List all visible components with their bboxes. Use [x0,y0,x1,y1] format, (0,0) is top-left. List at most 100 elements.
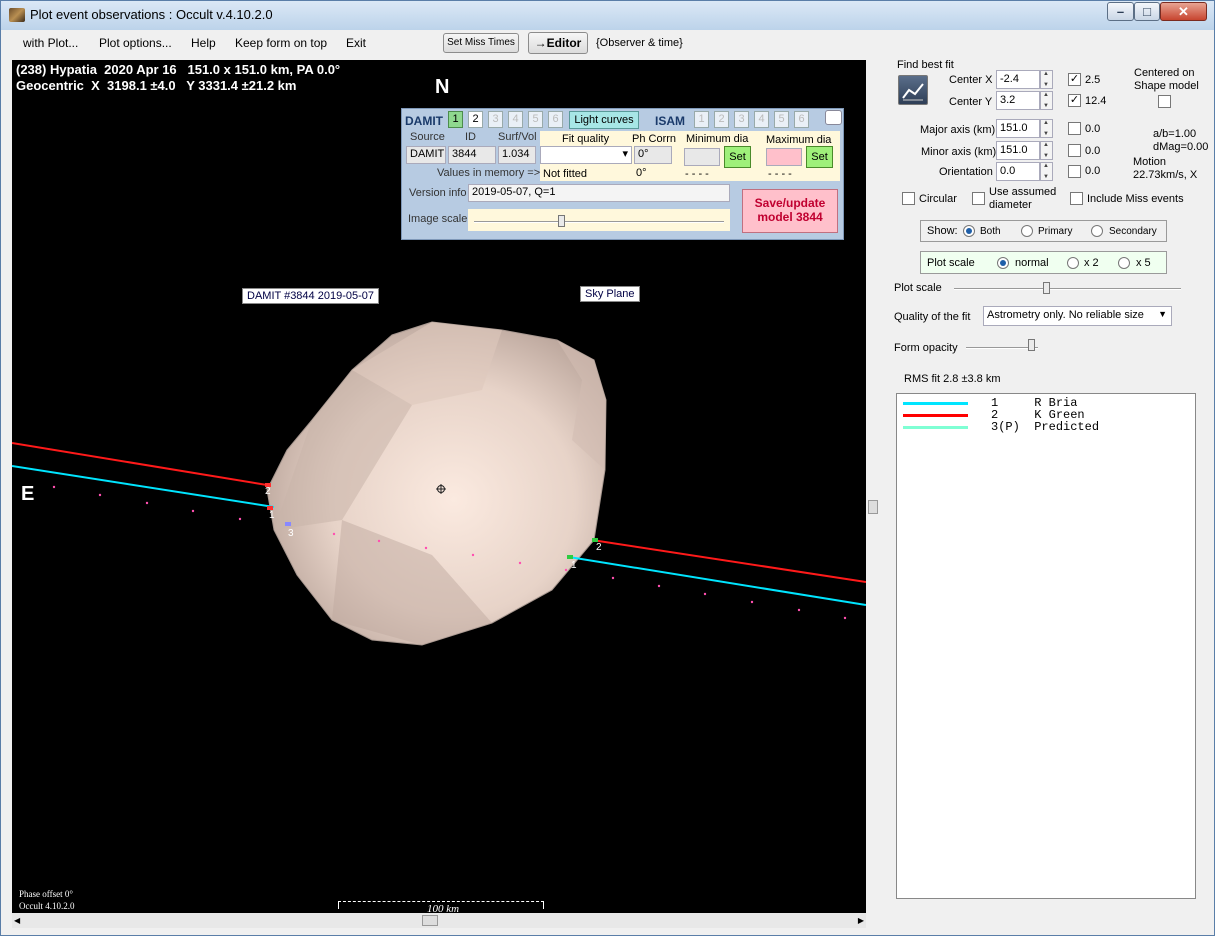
scroll-right-icon[interactable]: ▶ [858,916,864,925]
maximize-button[interactable]: □ [1134,2,1160,21]
menu-with-plot[interactable]: with Plot... [23,36,78,50]
centered-on-shape-checkbox[interactable] [1158,95,1171,108]
isam-model-5-button[interactable]: 5 [774,111,789,128]
legend-text: 3(P) Predicted [991,420,1100,434]
scale-bar-label: 100 km [425,903,462,913]
legend-swatch [903,402,968,405]
major-axis-input[interactable]: 151.0 [996,119,1040,138]
major-axis-spinner[interactable] [1040,119,1053,138]
isam-model-2-button[interactable]: 2 [714,111,729,128]
vertical-scrollbar[interactable] [867,60,879,913]
version-field: 2019-05-07, Q=1 [468,184,730,202]
show-primary-radio[interactable] [1021,225,1033,237]
plot-scale-track [954,288,1181,290]
show-both-radio[interactable] [963,225,975,237]
chord-label: 2 [596,542,602,553]
damit-model-1-button[interactable]: 1 [448,111,463,128]
phase-offset-label: Phase offset 0° [19,889,73,899]
scale-x2-radio[interactable] [1067,257,1079,269]
damit-model-2-button[interactable]: 2 [468,111,483,128]
circular-checkbox[interactable] [902,192,915,205]
chord-cyan-left [12,465,275,508]
major-axis-label: Major axis (km) [920,124,996,136]
motion-label: Motion [1133,156,1167,168]
use-assumed-label: Use assumed [989,186,1057,198]
fit-quality-select[interactable]: ▾ [540,146,632,164]
isam-model-1-button[interactable]: 1 [694,111,709,128]
horizontal-scrollbar[interactable]: ◀ ▶ [12,913,866,928]
scale-normal-radio[interactable] [997,257,1009,269]
minor-axis-checkbox[interactable] [1068,144,1081,157]
scroll-thumb[interactable] [868,500,878,514]
menu-plot-options[interactable]: Plot options... [99,36,172,50]
center-x-input[interactable]: -2.4 [996,70,1040,89]
orientation-spinner[interactable] [1040,162,1053,181]
center-y-spinner[interactable] [1040,91,1053,110]
minor-axis-uncertainty: 0.0 [1085,145,1101,157]
hscroll-thumb[interactable] [422,915,438,926]
set-max-button[interactable]: Set [806,146,833,168]
menu-help[interactable]: Help [191,36,216,50]
scale-x2-label: x 2 [1084,257,1099,269]
center-x-checkbox[interactable]: ✓ [1068,73,1081,86]
center-x-spinner[interactable] [1040,70,1053,89]
minimize-button[interactable]: – [1107,2,1134,21]
not-fitted-label: Not fitted [543,168,588,180]
dmag-value: dMag=0.00 [1153,141,1209,153]
save-update-model-button[interactable]: Save/update model 3844 [742,189,838,233]
isam-model-6-button[interactable]: 6 [794,111,809,128]
editor-button[interactable]: →Editor [528,32,588,54]
isam-model-4-button[interactable]: 4 [754,111,769,128]
set-min-button[interactable]: Set [724,146,751,168]
damit-model-3-button[interactable]: 3 [488,111,503,128]
center-y-checkbox[interactable]: ✓ [1068,94,1081,107]
major-axis-checkbox[interactable] [1068,122,1081,135]
minor-axis-spinner[interactable] [1040,141,1053,160]
close-button[interactable]: ✕ [1160,2,1207,21]
quality-select[interactable]: Astrometry only. No reliable size ▼ [983,306,1172,326]
scale-x5-radio[interactable] [1118,257,1130,269]
center-y-input[interactable]: 3.2 [996,91,1040,110]
slider-thumb[interactable] [558,215,565,227]
show-secondary-radio[interactable] [1091,225,1103,237]
legend-swatch [903,414,968,417]
orientation-checkbox[interactable] [1068,165,1081,178]
phcorr-field[interactable]: 0° [634,146,672,164]
isam-model-3-button[interactable]: 3 [734,111,749,128]
include-miss-checkbox[interactable] [1070,192,1083,205]
minor-axis-input[interactable]: 151.0 [996,141,1040,160]
light-curves-button[interactable]: Light curves [569,111,639,129]
plot-scale-thumb[interactable] [1043,282,1050,294]
include-miss-label: Include Miss events [1087,193,1184,205]
chart-icon [902,83,924,101]
show-group: Show: Both Primary Secondary [920,220,1167,242]
find-best-fit-button[interactable] [898,75,928,105]
image-scale-slider[interactable] [468,209,730,231]
find-best-fit-label: Find best fit [897,59,954,71]
center-y-label: Center Y [949,96,993,108]
rms-fit-label: RMS fit 2.8 ±3.8 km [904,373,1001,385]
damit-model-4-button[interactable]: 4 [508,111,523,128]
menu-keep-on-top[interactable]: Keep form on top [235,36,327,50]
damit-panel: DAMIT 1 2 3 4 5 6 Light curves ISAM 1 2 … [401,108,844,240]
maximize-icon: □ [1143,4,1151,19]
major-axis-uncertainty: 0.0 [1085,123,1101,135]
scroll-left-icon[interactable]: ◀ [14,916,20,925]
phcorr-memory: 0° [636,167,647,179]
damit-model-6-button[interactable]: 6 [548,111,563,128]
shape-model-label: Shape model [1134,80,1199,92]
menu-exit[interactable]: Exit [346,36,366,50]
max-dia-field[interactable] [766,148,802,166]
min-dia-field[interactable] [684,148,720,166]
col-min-label: Minimum dia [686,133,749,145]
use-assumed-checkbox[interactable] [972,192,985,205]
centered-on-label: Centered on [1134,67,1195,79]
damit-model-5-button[interactable]: 5 [528,111,543,128]
set-miss-times-button[interactable]: Set Miss Times [443,33,519,53]
form-opacity-thumb[interactable] [1028,339,1035,351]
orientation-uncertainty: 0.0 [1085,165,1101,177]
panel-collapse-button[interactable] [825,110,842,125]
orientation-input[interactable]: 0.0 [996,162,1040,181]
diameter-label: diameter [989,199,1032,211]
col-fit-label: Fit quality [562,133,610,145]
